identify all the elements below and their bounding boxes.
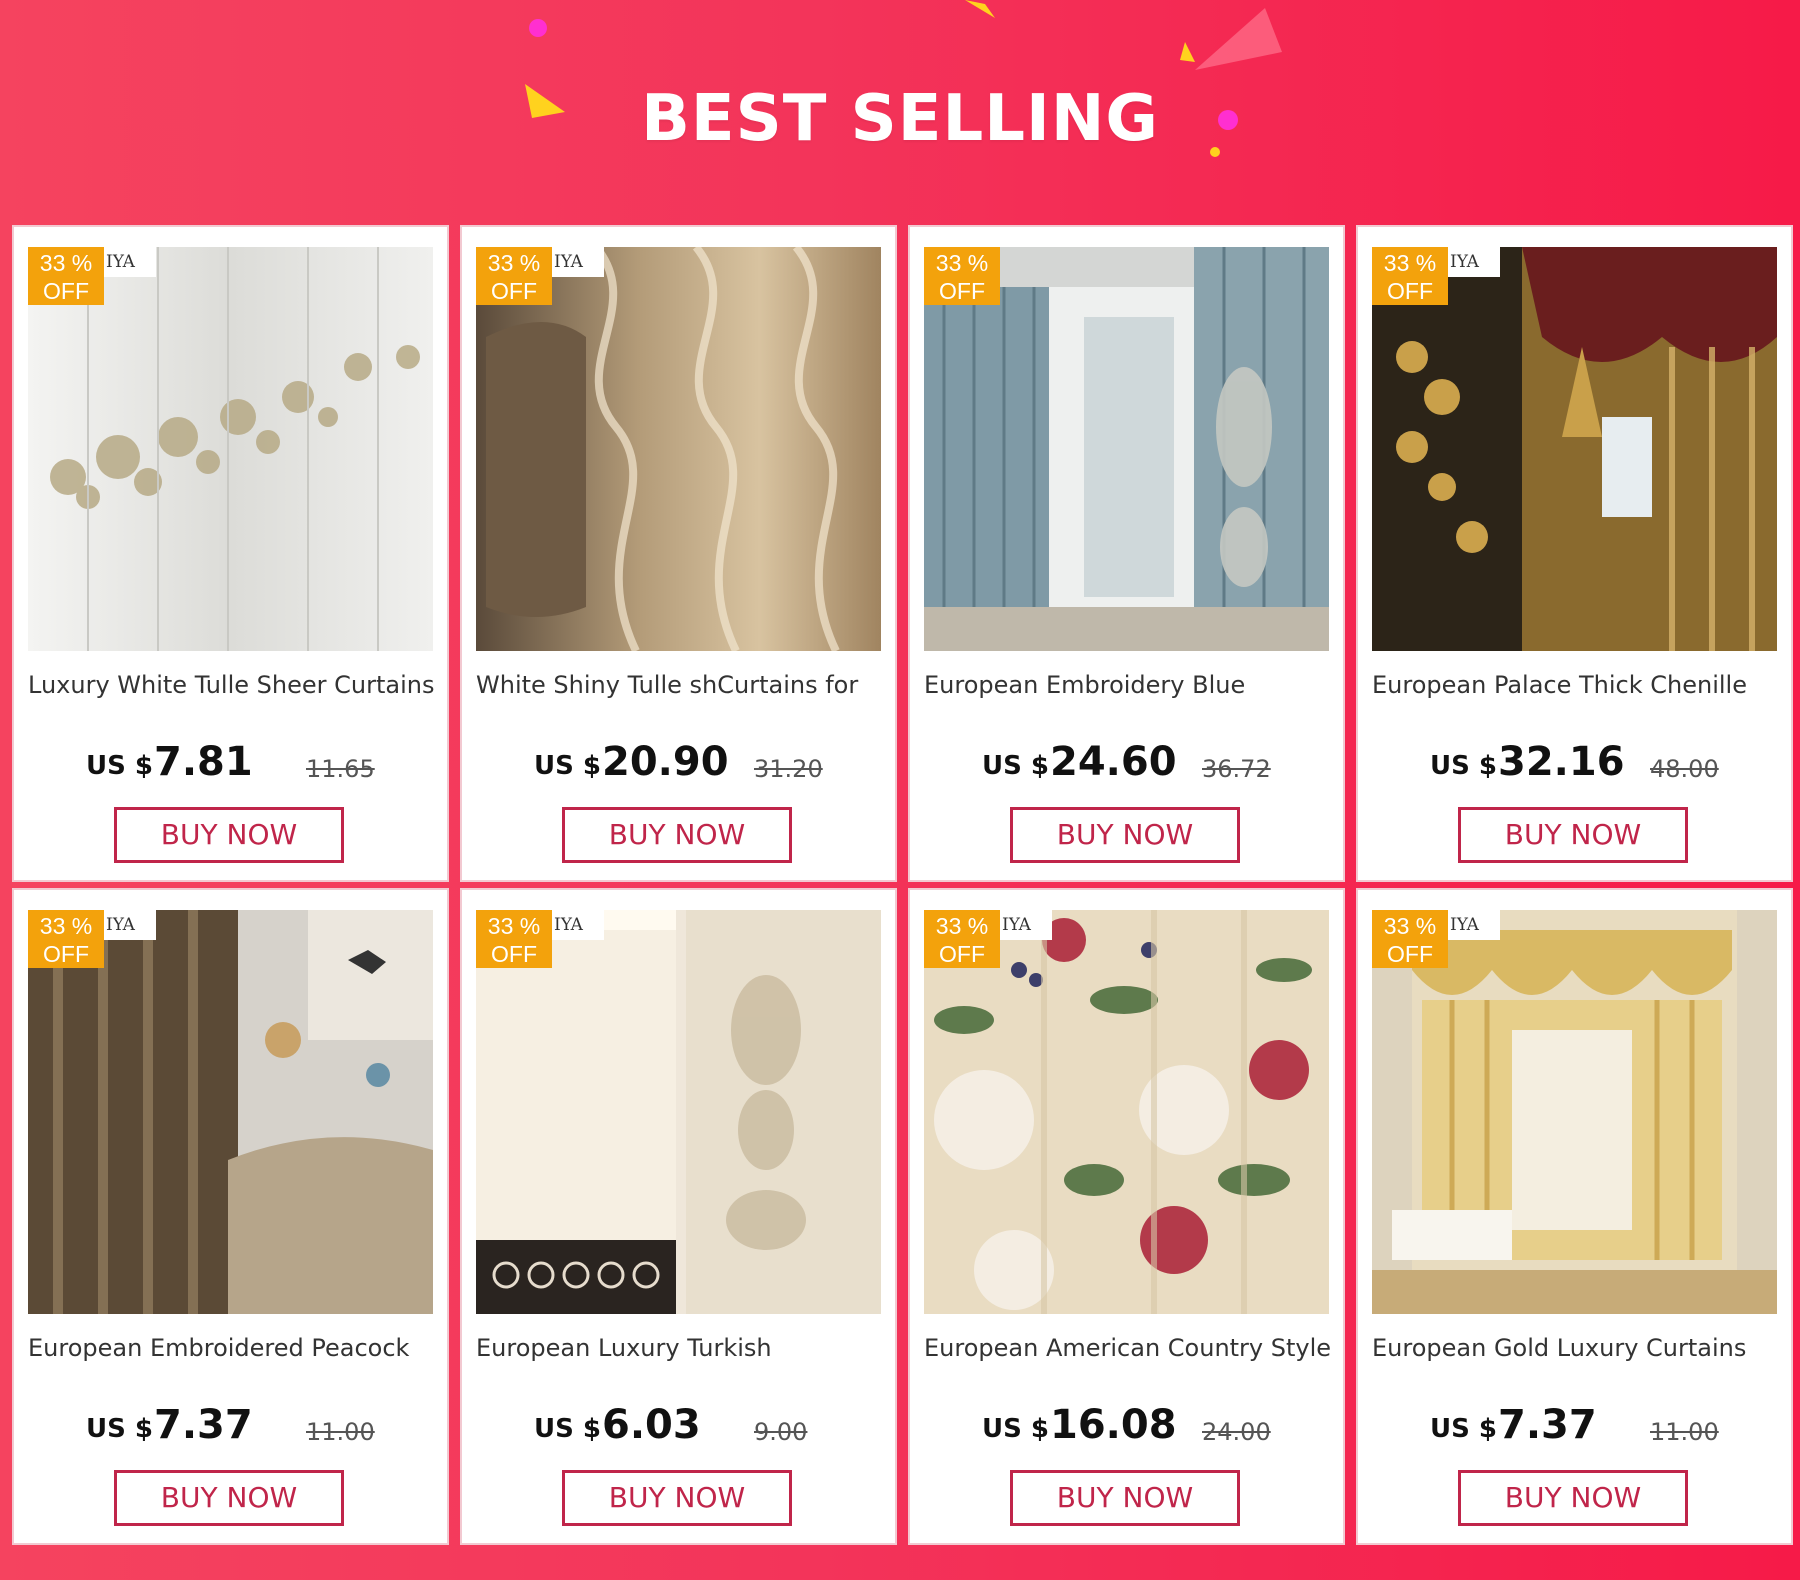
price-row: US $ 32.16 48.00 (1358, 737, 1795, 787)
currency-label: US $ (1430, 1414, 1497, 1444)
buy-now-button[interactable]: BUY NOW (114, 1470, 344, 1526)
buy-now-button[interactable]: BUY NOW (1010, 807, 1240, 863)
currency-label: US $ (86, 751, 153, 781)
discount-badge: 33 % OFF (1372, 910, 1448, 968)
currency-label: US $ (982, 1414, 1049, 1444)
price-row: US $ 7.81 11.65 (14, 737, 451, 787)
sale-price: 32.16 (1498, 739, 1625, 785)
original-price: 11.00 (306, 1418, 375, 1446)
discount-badge: 33 % OFF (924, 910, 1000, 968)
price-row: US $ 7.37 11.00 (14, 1400, 451, 1450)
discount-badge: 33 % OFF (1372, 247, 1448, 305)
product-name[interactable]: European Gold Luxury Curtains (1372, 1334, 1792, 1362)
brand-label: IYA (1448, 910, 1500, 940)
product-image[interactable] (1372, 247, 1777, 651)
original-price: 36.72 (1202, 755, 1271, 783)
price-row: US $ 24.60 36.72 (910, 737, 1347, 787)
brand-label: IYA (1000, 910, 1052, 940)
currency-label: US $ (982, 751, 1049, 781)
buy-now-button[interactable]: BUY NOW (114, 807, 344, 863)
original-price: 31.20 (754, 755, 823, 783)
product-card[interactable]: 33 % OFF IYA European Embroidered Peacock… (12, 888, 449, 1545)
product-image[interactable] (28, 247, 433, 651)
product-image[interactable] (476, 910, 881, 1314)
product-name[interactable]: European Luxury Turkish (476, 1334, 896, 1362)
price-row: US $ 20.90 31.20 (462, 737, 899, 787)
product-card[interactable]: 33 % OFF IYA European Gold Luxury Curtain… (1356, 888, 1793, 1545)
original-price: 9.00 (754, 1418, 808, 1446)
sale-price: 7.81 (154, 739, 253, 785)
product-image[interactable] (1372, 910, 1777, 1314)
product-card[interactable]: 33 % OFF IYA Luxury White Tulle Sheer Cur… (12, 225, 449, 882)
price-row: US $ 7.37 11.00 (1358, 1400, 1795, 1450)
sale-price: 7.37 (1498, 1402, 1597, 1448)
discount-badge: 33 % OFF (28, 247, 104, 305)
discount-badge: 33 % OFF (28, 910, 104, 968)
price-row: US $ 16.08 24.00 (910, 1400, 1347, 1450)
product-card[interactable]: 33 % OFF IYA European Palace Thick Chenil… (1356, 225, 1793, 882)
product-image[interactable] (28, 910, 433, 1314)
original-price: 11.00 (1650, 1418, 1719, 1446)
currency-label: US $ (534, 1414, 601, 1444)
product-grid: 33 % OFF IYA Luxury White Tulle Sheer Cur… (12, 225, 1793, 1545)
product-image[interactable] (924, 247, 1329, 651)
currency-label: US $ (1430, 751, 1497, 781)
product-card[interactable]: 33 % OFF IYA European Luxury Turkish US $… (460, 888, 897, 1545)
product-card[interactable]: 33 % OFF IYA White Shiny Tulle shCurtains… (460, 225, 897, 882)
discount-badge: 33 % OFF (476, 910, 552, 968)
buy-now-button[interactable]: BUY NOW (562, 1470, 792, 1526)
original-price: 48.00 (1650, 755, 1719, 783)
buy-now-button[interactable]: BUY NOW (1458, 1470, 1688, 1526)
brand-label: IYA (552, 247, 604, 277)
product-card[interactable]: 33 % OFF IYA European American Country St… (908, 888, 1345, 1545)
discount-badge: 33 % OFF (924, 247, 1000, 305)
brand-label: IYA (552, 910, 604, 940)
sale-price: 20.90 (602, 739, 729, 785)
buy-now-button[interactable]: BUY NOW (562, 807, 792, 863)
buy-now-button[interactable]: BUY NOW (1010, 1470, 1240, 1526)
product-name[interactable]: White Shiny Tulle shCurtains for (476, 671, 896, 699)
brand-label: IYA (1448, 247, 1500, 277)
brand-label: IYA (104, 247, 156, 277)
product-name[interactable]: European Embroidered Peacock (28, 1334, 448, 1362)
product-card[interactable]: 33 % OFF European Embroidery Blue US $ 24… (908, 225, 1345, 882)
original-price: 24.00 (1202, 1418, 1271, 1446)
original-price: 11.65 (306, 755, 375, 783)
currency-label: US $ (86, 1414, 153, 1444)
sale-price: 6.03 (602, 1402, 701, 1448)
page-title: BEST SELLING (641, 82, 1159, 156)
product-name[interactable]: European Palace Thick Chenille (1372, 671, 1792, 699)
product-name[interactable]: European Embroidery Blue (924, 671, 1344, 699)
currency-label: US $ (534, 751, 601, 781)
product-name[interactable]: Luxury White Tulle Sheer Curtains (28, 671, 448, 699)
sale-price: 16.08 (1050, 1402, 1177, 1448)
brand-label: IYA (104, 910, 156, 940)
product-image[interactable] (924, 910, 1329, 1314)
price-row: US $ 6.03 9.00 (462, 1400, 899, 1450)
sale-price: 7.37 (154, 1402, 253, 1448)
product-name[interactable]: European American Country Style (924, 1334, 1344, 1362)
discount-badge: 33 % OFF (476, 247, 552, 305)
sale-price: 24.60 (1050, 739, 1177, 785)
buy-now-button[interactable]: BUY NOW (1458, 807, 1688, 863)
product-image[interactable] (476, 247, 881, 651)
